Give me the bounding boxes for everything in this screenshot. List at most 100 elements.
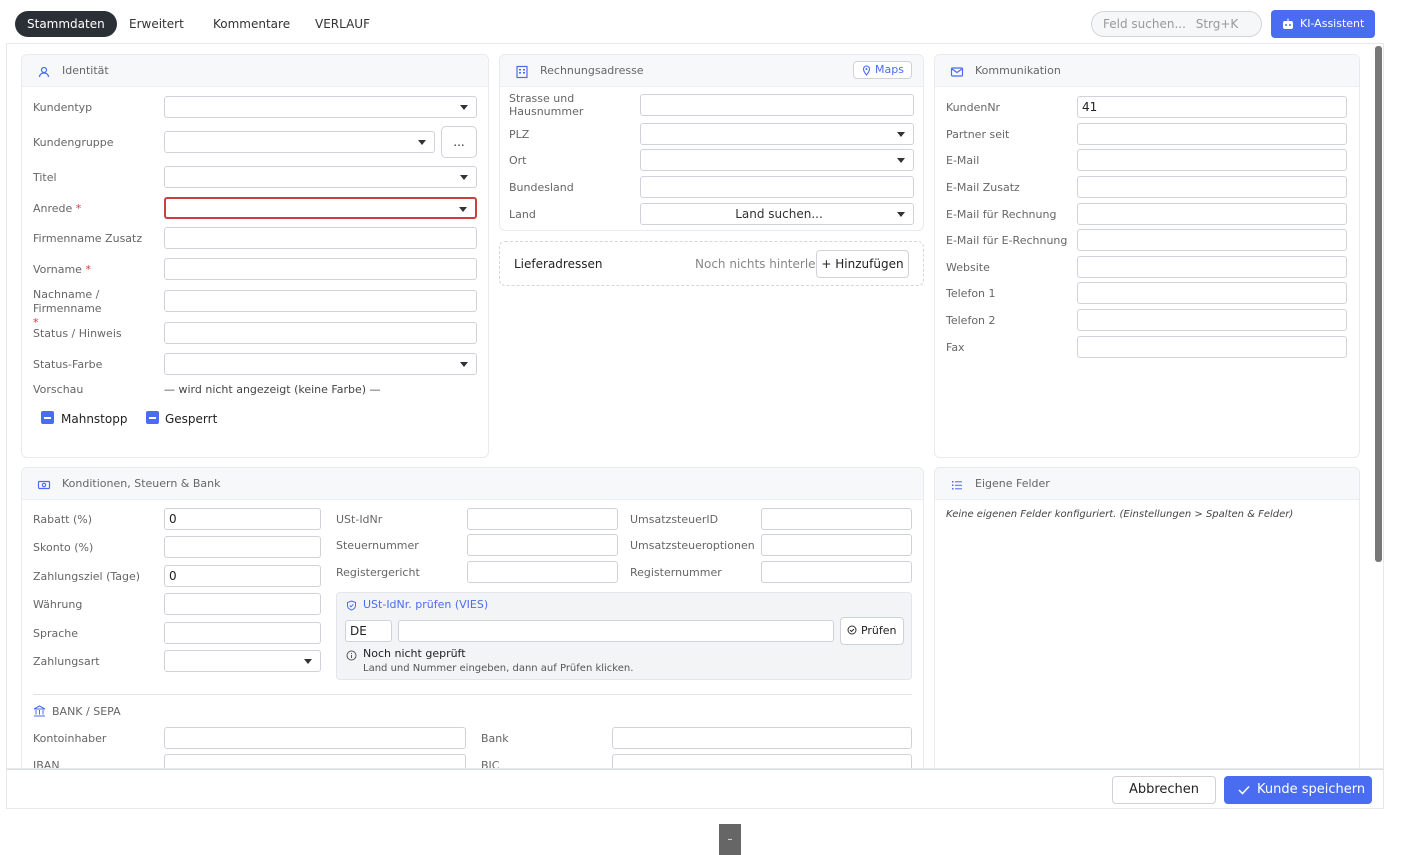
zahlungsziel-input[interactable]: 0 [164,565,321,587]
waehrung-input[interactable] [164,593,321,615]
identity-header: Identität [22,55,488,87]
money-icon [37,480,51,490]
custom-fields-title: Eigene Felder [975,477,1050,490]
check-icon [1238,785,1250,795]
field-search-input[interactable]: Feld suchen... Strg+K [1091,11,1262,37]
label-titel: Titel [33,171,57,184]
bottom-collapse-tab[interactable]: – [719,824,741,855]
identity-title: Identität [62,64,109,77]
website-input[interactable] [1077,256,1347,278]
status-farbe-select[interactable] [164,353,477,375]
label-ustidnr: USt-IdNr [336,513,383,526]
pruefen-button[interactable]: Prüfen [840,617,904,645]
gesperrt-checkbox[interactable] [146,411,159,424]
bundesland-input[interactable] [640,176,914,198]
label-vorname: Vorname * [33,263,91,276]
status-hinweis-input[interactable] [164,322,477,344]
registergericht-input[interactable] [467,561,618,583]
label-skonto: Skonto (%) [33,541,94,554]
billing-header: Rechnungsadresse Maps [500,55,923,87]
mahnstopp-label: Mahnstopp [61,412,128,426]
custom-fields-header: Eigene Felder [935,468,1359,500]
tab-erweitert[interactable]: Erweitert [117,11,196,37]
ustidnr-input[interactable] [467,508,618,530]
firmenname-zusatz-input[interactable] [164,227,477,249]
tab-verlauf[interactable]: VERLAUF [303,11,382,37]
skonto-input[interactable] [164,536,321,558]
kundengruppe-select[interactable] [164,131,435,153]
save-customer-label: Kunde speichern [1257,782,1366,797]
email-erechnung-input[interactable] [1077,229,1347,251]
fax-input[interactable] [1077,336,1347,358]
save-customer-button[interactable]: Kunde speichern [1224,776,1372,804]
footer-bar: Abbrechen Kunde speichern [6,769,1384,809]
vies-country-input[interactable]: DE [345,620,392,642]
label-status-farbe: Status-Farbe [33,358,103,371]
bank-input[interactable] [612,727,912,749]
search-shortcut: Strg+K [1195,17,1239,31]
strasse-input[interactable] [640,94,914,116]
maps-label: Maps [875,63,904,76]
vies-number-input[interactable] [398,620,834,642]
zahlungsart-select[interactable] [164,650,321,672]
registernummer-input[interactable] [761,561,912,583]
conditions-card: Konditionen, Steuern & Bank Rabatt (%) 0… [21,467,924,769]
custom-fields-empty: Keine eigenen Felder konfiguriert. (Eins… [946,509,1294,520]
rabatt-input[interactable]: 0 [164,508,321,530]
label-steuernummer: Steuernummer [336,539,419,552]
bic-input[interactable] [612,754,912,768]
billing-card: Rechnungsadresse Maps Strasse und Hausnu… [499,54,924,231]
partner-seit-input[interactable] [1077,123,1347,145]
search-placeholder: Feld suchen... [1103,17,1186,31]
label-partner-seit: Partner seit [946,128,1010,141]
label-bic: BIC [481,759,500,769]
titel-select[interactable] [164,166,477,188]
scrollbar[interactable] [1375,46,1382,562]
communication-title: Kommunikation [975,64,1061,77]
label-email-rechnung: E-Mail für Rechnung [946,208,1057,221]
tab-stammdaten[interactable]: Stammdaten [15,11,117,37]
sprache-input[interactable] [164,622,321,644]
nachname-input[interactable] [164,290,477,312]
kontoinhaber-input[interactable] [164,727,466,749]
label-zahlungsart: Zahlungsart [33,655,100,668]
umsatzsteueroptionen-input[interactable] [761,534,912,556]
kundengruppe-more-button[interactable]: ... [441,126,477,158]
email-zusatz-input[interactable] [1077,176,1347,198]
vies-title: USt-IdNr. prüfen (VIES) [363,598,489,611]
info-icon [346,650,357,661]
label-registergericht: Registergericht [336,566,420,579]
label-email-erechnung: E-Mail für E-Rechnung [946,234,1068,247]
anrede-select[interactable] [164,197,477,219]
ort-select[interactable] [640,149,914,171]
telefon1-input[interactable] [1077,282,1347,304]
ki-assistent-button[interactable]: KI-Assistent [1271,10,1375,38]
telefon2-input[interactable] [1077,309,1347,331]
label-bundesland: Bundesland [509,181,574,194]
label-vorschau: Vorschau [33,383,84,396]
vorname-input[interactable] [164,258,477,280]
robot-icon [1283,18,1293,29]
billing-title: Rechnungsadresse [540,64,644,77]
communication-card: Kommunikation KundenNr 41 Partner seit E… [934,54,1360,458]
email-rechnung-input[interactable] [1077,203,1347,225]
add-delivery-button[interactable]: + Hinzufügen [816,250,909,278]
umsatzsteuerid-input[interactable] [761,508,912,530]
plz-select[interactable] [640,123,914,145]
kundentyp-select[interactable] [164,96,477,118]
iban-input[interactable] [164,754,466,768]
mahnstopp-checkbox[interactable] [41,411,54,424]
cancel-button[interactable]: Abbrechen [1112,776,1216,804]
steuernummer-input[interactable] [467,534,618,556]
email-input[interactable] [1077,149,1347,171]
label-email: E-Mail [946,154,980,167]
divider [33,694,912,695]
land-select[interactable]: Land suchen... [640,203,914,225]
maps-button[interactable]: Maps [853,61,912,79]
delivery-box: Lieferadressen Noch nichts hinterlegt + … [499,241,924,286]
ki-assistent-label: KI-Assistent [1300,17,1365,30]
label-umsatzsteueroptionen: Umsatzsteueroptionen [630,539,755,552]
tab-kommentare[interactable]: Kommentare [201,11,302,37]
kundennr-input[interactable]: 41 [1077,96,1347,118]
vies-check-box: USt-IdNr. prüfen (VIES) DE Prüfen Noch n… [336,592,912,680]
